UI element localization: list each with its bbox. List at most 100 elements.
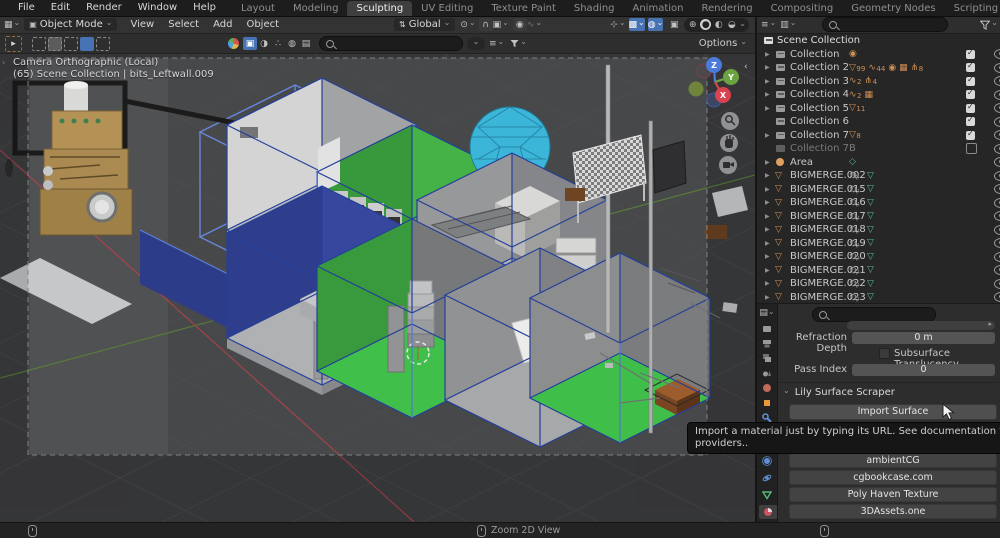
collapse-arrow-icon[interactable]: ▶ (765, 105, 770, 112)
editor-type-button[interactable]: ▦ (4, 18, 20, 31)
collapse-arrow-icon[interactable]: ▶ (765, 226, 770, 233)
outliner-row-bigmerge-019[interactable]: ▶▽BIGMERGE.019▽ (757, 237, 1000, 251)
outliner-row-collection[interactable]: ▶Collection◉ (757, 48, 1000, 62)
lily-surface-scraper-panel-header[interactable]: Lily Surface Scraper (783, 387, 895, 398)
collapse-arrow-icon[interactable]: ▶ (765, 199, 770, 206)
material-shading-icon[interactable]: ◐ (713, 19, 724, 30)
eye-icon[interactable] (994, 265, 1000, 275)
pass-index-field[interactable]: 0 (852, 364, 995, 376)
collapse-arrow-icon[interactable]: ▶ (765, 186, 770, 193)
world-filter-icon[interactable]: ◍ (285, 37, 299, 50)
select-set-icon[interactable] (32, 37, 46, 51)
toolbar-toggle-icon[interactable]: › (2, 57, 5, 69)
outliner-row-collection-7b[interactable]: Collection 7B (757, 142, 1000, 156)
eye-icon[interactable] (994, 238, 1000, 248)
menu-add[interactable]: Add (206, 19, 239, 30)
outliner-row-bigmerge-023[interactable]: ▶▽BIGMERGE.023▽ (757, 291, 1000, 304)
provider-button-cgbookcase[interactable]: cgbookcase.com (789, 470, 997, 485)
rendered-shading-icon[interactable]: ◒ (726, 19, 737, 30)
pole-object[interactable] (649, 121, 653, 433)
gizmo-neg-y-icon[interactable] (689, 82, 704, 97)
gizmo-button[interactable]: ⊹ (610, 18, 625, 31)
eye-icon[interactable] (994, 225, 1000, 235)
workspace-tab-compositing[interactable]: Compositing (762, 1, 843, 16)
menu-select[interactable]: Select (161, 19, 206, 30)
collapse-arrow-icon[interactable]: ▶ (765, 64, 770, 71)
tab-output[interactable] (759, 336, 775, 350)
subsurface-translucency-checkbox[interactable] (879, 348, 890, 359)
menu-window[interactable]: Window (130, 0, 185, 16)
render-checkbox[interactable] (966, 77, 975, 86)
overlays-button[interactable]: ▩ (629, 18, 645, 31)
menu-object[interactable]: Object (239, 19, 286, 30)
options-dropdown[interactable]: Options (699, 38, 747, 49)
provider-button-3dassets[interactable]: 3DAssets.one (789, 504, 997, 519)
blend-ball-icon[interactable] (228, 38, 239, 49)
zoom-button[interactable] (721, 112, 739, 130)
snap-target-button[interactable]: ▣ (493, 18, 509, 31)
outliner-row-bigmerge-015[interactable]: ▶▽BIGMERGE.015▽ (757, 183, 1000, 197)
editor-type-button[interactable]: ≡ (761, 18, 776, 31)
outliner-row-collection-5[interactable]: ▶Collection 5▽11 (757, 102, 1000, 116)
menu-render[interactable]: Render (78, 0, 130, 16)
filter-funnel-button[interactable] (510, 37, 527, 50)
render-preview-icon[interactable]: ▣ (667, 18, 681, 31)
menu-help[interactable]: Help (185, 0, 224, 16)
editor-type-button[interactable]: ▤ (759, 306, 775, 320)
collapse-arrow-icon[interactable]: ▶ (765, 267, 770, 274)
select-invert-icon[interactable] (80, 37, 94, 51)
collapse-arrow-icon[interactable]: ▶ (765, 51, 770, 58)
eye-icon[interactable] (994, 198, 1000, 208)
transform-orientation[interactable]: ⇅ Global (394, 18, 455, 31)
paint-filter-icon[interactable]: ∴ (271, 37, 285, 50)
tab-material[interactable] (759, 505, 777, 519)
outliner-row-collection-6[interactable]: Collection 6 (757, 115, 1000, 129)
outliner-search-input[interactable] (822, 17, 948, 32)
render-checkbox[interactable] (966, 131, 975, 140)
viewport-search-input[interactable] (319, 36, 463, 51)
outliner-row-bigmerge-016[interactable]: ▶▽BIGMERGE.016▽ (757, 196, 1000, 210)
tab-object[interactable] (759, 396, 775, 410)
select-extend-icon[interactable] (48, 37, 62, 51)
select-intersect-icon[interactable] (96, 37, 110, 51)
tab-render[interactable] (759, 321, 775, 335)
menu-file[interactable]: File (10, 0, 43, 16)
render-checkbox[interactable] (966, 117, 975, 126)
menu-edit[interactable]: Edit (43, 0, 78, 16)
eye-icon[interactable] (994, 157, 1000, 167)
solid-shading-icon[interactable]: ● (700, 19, 711, 30)
workspace-tab-scripting[interactable]: Scripting (945, 1, 1000, 16)
shading-filter-icon[interactable]: ◑ (257, 37, 271, 50)
tab-scene[interactable] (759, 366, 775, 380)
outliner-row-collection-2[interactable]: ▶Collection 2▽99∿44◉▦⋔8 (757, 61, 1000, 75)
stamp-filter-icon[interactable]: ▤ (299, 37, 313, 50)
outliner-row-collection-4[interactable]: ▶Collection 4∿2▦ (757, 88, 1000, 102)
eye-icon[interactable] (994, 90, 1000, 100)
outliner-row-bigmerge-018[interactable]: ▶▽BIGMERGE.018▽ (757, 223, 1000, 237)
eye-icon[interactable] (994, 130, 1000, 140)
tab-world[interactable] (759, 381, 775, 395)
outliner-row-scene-collection[interactable]: Scene Collection (757, 34, 1000, 48)
filter-funnel-button[interactable] (980, 18, 998, 31)
active-tool-box-select-icon[interactable]: ▸ (5, 36, 22, 52)
xray-button[interactable]: ◍ (648, 18, 664, 31)
display-mode-button[interactable]: ≡ (489, 37, 504, 50)
chevron-down-icon[interactable] (739, 19, 746, 31)
properties-search-input[interactable] (812, 307, 936, 322)
eye-icon[interactable] (994, 117, 1000, 127)
outliner-row-bigmerge-022[interactable]: ▶▽BIGMERGE.022▽ (757, 277, 1000, 291)
viewport-canvas[interactable]: Z Y X ‹ (0, 53, 755, 522)
tab-physics[interactable] (759, 454, 775, 468)
pivot-point-button[interactable]: ⊙ (460, 18, 475, 31)
display-mode-button[interactable]: ▥ (780, 18, 796, 31)
collapse-arrow-icon[interactable]: ▶ (765, 91, 770, 98)
workspace-tab-uv-editing[interactable]: UV Editing (412, 1, 482, 16)
collapse-arrow-icon[interactable]: ▶ (765, 213, 770, 220)
provider-button-polyhaven[interactable]: Poly Haven Texture (789, 487, 997, 502)
eye-icon[interactable] (994, 211, 1000, 221)
eye-icon[interactable] (994, 171, 1000, 181)
render-checkbox[interactable] (966, 90, 975, 99)
select-subtract-icon[interactable] (64, 37, 78, 51)
render-checkbox[interactable] (966, 104, 975, 113)
provider-button-ambientcg[interactable]: ambientCG (789, 453, 997, 468)
